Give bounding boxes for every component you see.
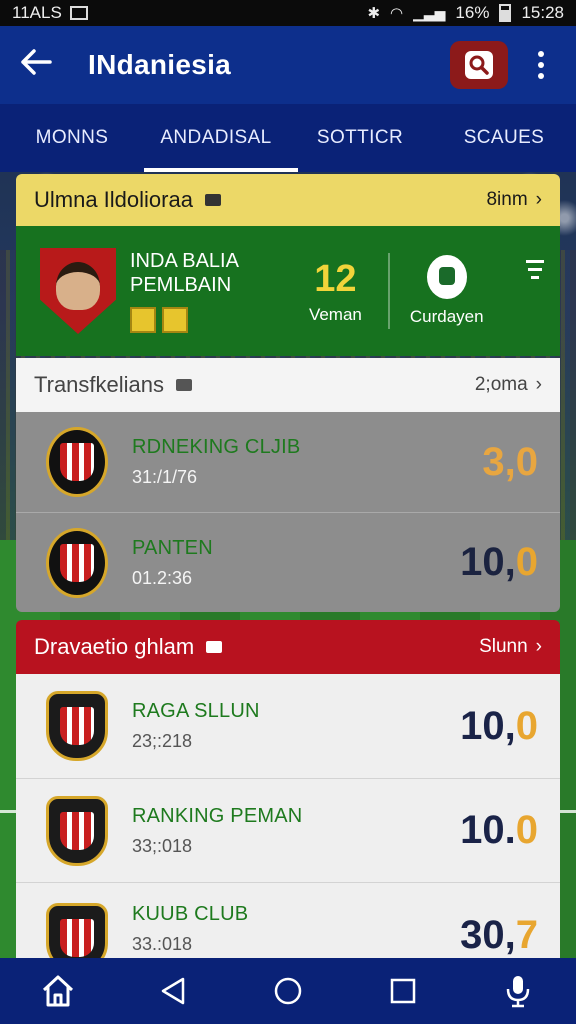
battery-icon [499, 4, 512, 22]
list-item[interactable]: RDNEKING CLJIB 31:/1/76 3,0 [16, 412, 560, 512]
featured-title: Ulmna Ildolioraa [34, 187, 193, 212]
home-icon[interactable] [28, 966, 88, 1016]
award-badge-icon [162, 307, 188, 333]
score-value: 30,7 [460, 913, 538, 958]
rankings-card: Dravaetio ghlam Slunn › RAGA SLLUN 23;:2… [16, 620, 560, 962]
mail-icon [69, 6, 88, 20]
status-time: 15:28 [521, 3, 564, 22]
player-name-line1: INDA BALIA [130, 250, 239, 272]
featured-more-label: 8inm [486, 189, 528, 210]
tab-andadisal[interactable]: ANDADISAL [144, 104, 298, 172]
score-main: 3,0 [482, 439, 538, 484]
transfers-title: Transfkelians [34, 372, 165, 397]
club-crest-icon [46, 527, 108, 598]
triangle-back-icon[interactable] [143, 966, 203, 1016]
stat-label: Veman [308, 304, 362, 324]
bluetooth-icon: ✱ [367, 5, 381, 22]
player-avatar [56, 262, 100, 310]
transfers-list: RDNEKING CLJIB 31:/1/76 3,0 PANTEN 01.2:… [16, 412, 560, 612]
search-icon [465, 51, 493, 79]
bottom-nav-bar [0, 958, 576, 1024]
club-badge-icon [130, 307, 156, 333]
search-button[interactable] [450, 41, 508, 89]
score-value: 10.0 [460, 808, 538, 853]
rankings-list: RAGA SLLUN 23;:218 10,0 RANKING PEMAN 33… [16, 674, 560, 962]
score-value: 3,0 [482, 440, 538, 485]
signal-icon: ▁▃▅ [413, 4, 446, 21]
square-recents-icon[interactable] [373, 966, 433, 1016]
club-crest-icon [426, 255, 467, 299]
tag-icon [176, 379, 193, 391]
tag-icon [204, 194, 221, 206]
score-main: 10. [460, 808, 516, 852]
featured-player-card: Ulmna Ildolioraa 8inm › INDA BALIA PEMLB… [16, 174, 560, 356]
chevron-right-icon: › [535, 189, 542, 210]
microphone-icon[interactable] [488, 966, 548, 1016]
transfers-card: Transfkelians 2;oma › RDNEKING CLJIB 31:… [16, 358, 560, 612]
wifi-icon: ◠ [390, 5, 404, 22]
club-name: RAGA SLLUN [132, 700, 260, 722]
filter-icon[interactable] [526, 260, 544, 279]
list-item[interactable]: PANTEN 01.2:36 10,0 [16, 512, 560, 612]
transfers-more-label: 2;oma [474, 374, 528, 395]
status-bar: 11ALS ✱ ◠ ▁▃▅ 16% 15:28 [0, 0, 576, 26]
featured-header[interactable]: Ulmna Ildolioraa 8inm › [16, 174, 560, 226]
rankings-title: Dravaetio ghlam [34, 634, 195, 659]
arrow-left-icon[interactable] [20, 46, 60, 85]
stat-value: 12 [314, 257, 357, 300]
score-accent: 0 [515, 540, 538, 584]
club-crest-icon [46, 691, 108, 761]
tab-scaues[interactable]: SCAUES [432, 104, 576, 172]
club-name: RDNEKING CLJIB [132, 436, 301, 458]
ranking-date: 33;:018 [132, 835, 193, 856]
tag-icon [206, 641, 223, 653]
list-item[interactable]: RANKING PEMAN 33;:018 10.0 [16, 778, 560, 882]
score-value: 10,0 [460, 704, 538, 749]
score-main: 10, [460, 540, 516, 584]
app-bar: INdaniesia [0, 26, 576, 104]
club-name: RANKING PEMAN [132, 804, 303, 827]
transfers-header[interactable]: Transfkelians 2;oma › [16, 358, 560, 412]
tab-monns[interactable]: MONNS [0, 104, 144, 172]
club-name: PANTEN [132, 536, 213, 559]
app-title: INdaniesia [88, 49, 232, 80]
player-photo-crest [40, 248, 116, 334]
rankings-header[interactable]: Dravaetio ghlam Slunn › [16, 620, 560, 674]
ranking-date: 33.:018 [132, 934, 193, 954]
battery-percent: 16% [455, 3, 490, 22]
rankings-more-label: Slunn [479, 636, 528, 657]
chevron-right-icon: › [535, 374, 542, 395]
status-carrier: 11ALS [12, 3, 62, 22]
club-name: KUUB CLUB [132, 903, 249, 925]
tab-bar: MONNS ANDADISAL SOTTICR SCAUES [0, 104, 576, 172]
score-accent: 0 [515, 703, 538, 748]
score-accent: 0 [515, 808, 538, 852]
ranking-date: 23;:218 [132, 731, 193, 751]
featured-body[interactable]: INDA BALIA PEMLBAIN 12 Veman Curdayen [16, 226, 560, 356]
club-crest-icon [46, 903, 108, 962]
divider [387, 253, 390, 329]
more-vertical-icon[interactable] [526, 51, 556, 79]
club-crest-icon [46, 427, 108, 497]
chevron-right-icon: › [535, 636, 542, 657]
transfer-date: 31:/1/76 [132, 467, 198, 487]
score-main: 30, [460, 913, 516, 957]
club-label: Curdayen [409, 307, 484, 326]
featured-more-link[interactable]: 8inm › [486, 189, 542, 211]
club-crest-icon [46, 795, 108, 866]
circle-home-icon[interactable] [258, 966, 318, 1016]
list-item[interactable]: KUUB CLUB 33.:018 30,7 [16, 882, 560, 962]
transfer-date: 01.2:36 [132, 567, 193, 588]
transfers-more-link[interactable]: 2;oma › [475, 374, 542, 396]
list-item[interactable]: RAGA SLLUN 23;:218 10,0 [16, 674, 560, 778]
tab-sotticr[interactable]: SOTTICR [288, 104, 432, 172]
score-accent: 7 [515, 913, 538, 957]
rankings-more-link[interactable]: Slunn › [479, 636, 542, 658]
player-name-line2: PEMLBAIN [130, 274, 232, 296]
score-value: 10,0 [460, 540, 538, 585]
score-main: 10, [460, 703, 516, 748]
